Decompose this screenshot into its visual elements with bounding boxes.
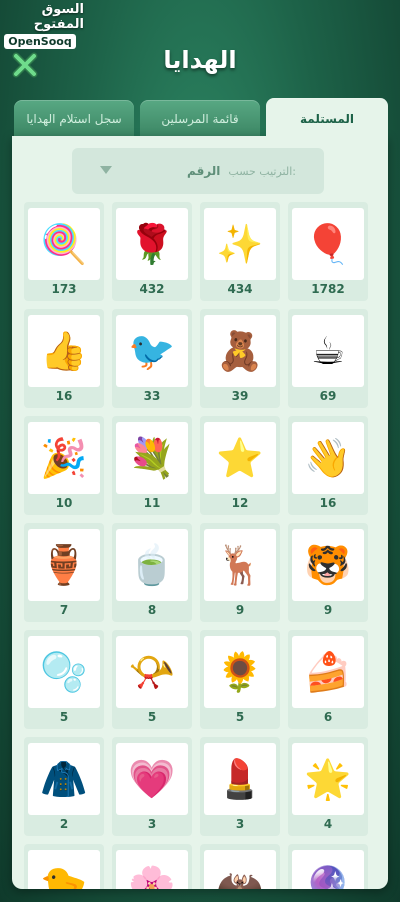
heart-lollipop-icon: 💗 [116,743,188,815]
happy-new-year-icon: 🎉 [28,422,100,494]
star-boat-icon: ⭐ [204,422,276,494]
gift-count: 7 [59,603,69,617]
tab-gift-receipt-log[interactable]: سجل استلام الهدايا [14,100,134,138]
gift-item[interactable]: 🌸 [112,844,192,889]
calligraphy-gold-icon: ✨ [204,208,276,280]
gift-item[interactable]: 🧸 39 [200,309,280,408]
gift-count: 16 [319,496,337,510]
gift-item[interactable]: 🌟 4 [288,737,368,836]
gift-item[interactable]: 🌹 432 [112,202,192,301]
balloons-icon: 🎈 [292,208,364,280]
gift-count: 9 [235,603,245,617]
gift-item[interactable]: 🎈 1782 [288,202,368,301]
gift-item[interactable]: 🐦 33 [112,309,192,408]
gift-count: 5 [59,710,69,724]
coffee-cup-icon: ☕ [292,315,364,387]
gift-item[interactable]: 🧥 2 [24,737,104,836]
gift-count: 16 [55,389,73,403]
page-title: الهدايا [163,46,237,74]
tab-bar: المستلمة قائمة المرسلين سجل استلام الهدا… [12,98,388,140]
tab-senders-list[interactable]: قائمة المرسلين [140,100,260,138]
sunflowers-icon: 🌻 [204,636,276,708]
sort-value: الرقم [187,164,221,178]
gift-count: 9 [323,603,333,617]
sort-label: الترتيب حسب: [228,164,296,178]
gift-item[interactable]: 💐 11 [112,416,192,515]
watermark-arabic: السوق المفتوح [33,2,84,32]
gift-count: 1782 [311,282,345,296]
tiger-cub-icon: 🐯 [292,529,364,601]
gift-grid-scroll[interactable]: 🎈 1782 ✨ 434 🌹 432 🍭 173 ☕ 69 🧸 39 🐦 33 👍 16 👋 16 ⭐ 12 💐 11 🎉 1… [22,202,368,889]
lollipop-icon: 🍭 [28,208,100,280]
gift-item[interactable]: 🍰 6 [288,630,368,729]
gift-item[interactable]: 🐤 [24,844,104,889]
tea-cup-icon: 🍵 [116,529,188,601]
hookah-icon: 🏺 [28,529,100,601]
gift-item[interactable]: 👋 16 [288,416,368,515]
black-bird-icon: 🐦 [116,315,188,387]
blue-cape-icon: 🧥 [28,743,100,815]
gift-item[interactable]: 🦌 9 [200,523,280,622]
bat-wings-icon: 🦇 [204,850,276,889]
reindeer-icon: 🦌 [204,529,276,601]
gift-count: 10 [55,496,73,510]
chevron-down-icon [100,166,112,174]
gift-count: 3 [235,817,245,831]
tab-received[interactable]: المستلمة [266,98,388,140]
party-horn-icon: 📯 [116,636,188,708]
opensooq-watermark: السوق المفتوح OpenSooq [4,2,84,49]
teddy-bear-icon: 🧸 [204,315,276,387]
rubber-duck-icon: 🐤 [28,850,100,889]
cake-icon: 🍰 [292,636,364,708]
gift-item[interactable]: 👍 16 [24,309,104,408]
sort-dropdown[interactable]: الرقم الترتيب حسب: [72,148,324,194]
gift-count: 2 [59,817,69,831]
lipstick-icon: 💄 [204,743,276,815]
gift-item[interactable]: 💄 3 [200,737,280,836]
gift-item[interactable]: 💗 3 [112,737,192,836]
gift-count: 6 [323,710,333,724]
bubbles-icon: 🫧 [28,636,100,708]
gift-item[interactable]: ✨ 434 [200,202,280,301]
purple-lamp-icon: 🔮 [292,850,364,889]
gift-count: 432 [139,282,165,296]
gift-item[interactable]: 🍭 173 [24,202,104,301]
gift-item[interactable]: ⭐ 12 [200,416,280,515]
gift-count: 69 [319,389,337,403]
gift-item[interactable]: 🌻 5 [200,630,280,729]
gift-count: 8 [147,603,157,617]
gift-item[interactable]: 🦇 [200,844,280,889]
blue-rose-bouquet-icon: 💐 [116,422,188,494]
pink-flowers-icon: 🌸 [116,850,188,889]
hi-sign-icon: 👋 [292,422,364,494]
gift-count: 4 [323,817,333,831]
gift-count: 5 [147,710,157,724]
gift-count: 5 [235,710,245,724]
gift-item[interactable]: 🎉 10 [24,416,104,515]
gift-item[interactable]: 🏺 7 [24,523,104,622]
gift-item[interactable]: 🔮 [288,844,368,889]
gift-item[interactable]: 📯 5 [112,630,192,729]
gift-item[interactable]: 🐯 9 [288,523,368,622]
gift-count: 173 [51,282,77,296]
gift-count: 33 [143,389,161,403]
gift-count: 3 [147,817,157,831]
gifts-panel: الرقم الترتيب حسب: 🎈 1782 ✨ 434 🌹 432 🍭 173 ☕ 69 🧸… [12,136,388,889]
gift-count: 12 [231,496,249,510]
watermark-english: OpenSooq [4,34,76,49]
gift-item[interactable]: 🫧 5 [24,630,104,729]
gift-item[interactable]: 🍵 8 [112,523,192,622]
gift-count: 11 [143,496,161,510]
nice-sign-icon: 👍 [28,315,100,387]
golden-calligraphy-icon: 🌟 [292,743,364,815]
red-rose-icon: 🌹 [116,208,188,280]
gift-count: 39 [231,389,249,403]
gift-count: 434 [227,282,253,296]
gift-item[interactable]: ☕ 69 [288,309,368,408]
gift-grid: 🎈 1782 ✨ 434 🌹 432 🍭 173 ☕ 69 🧸 39 🐦 33 👍 16 👋 16 ⭐ 12 💐 11 🎉 1… [22,202,368,889]
